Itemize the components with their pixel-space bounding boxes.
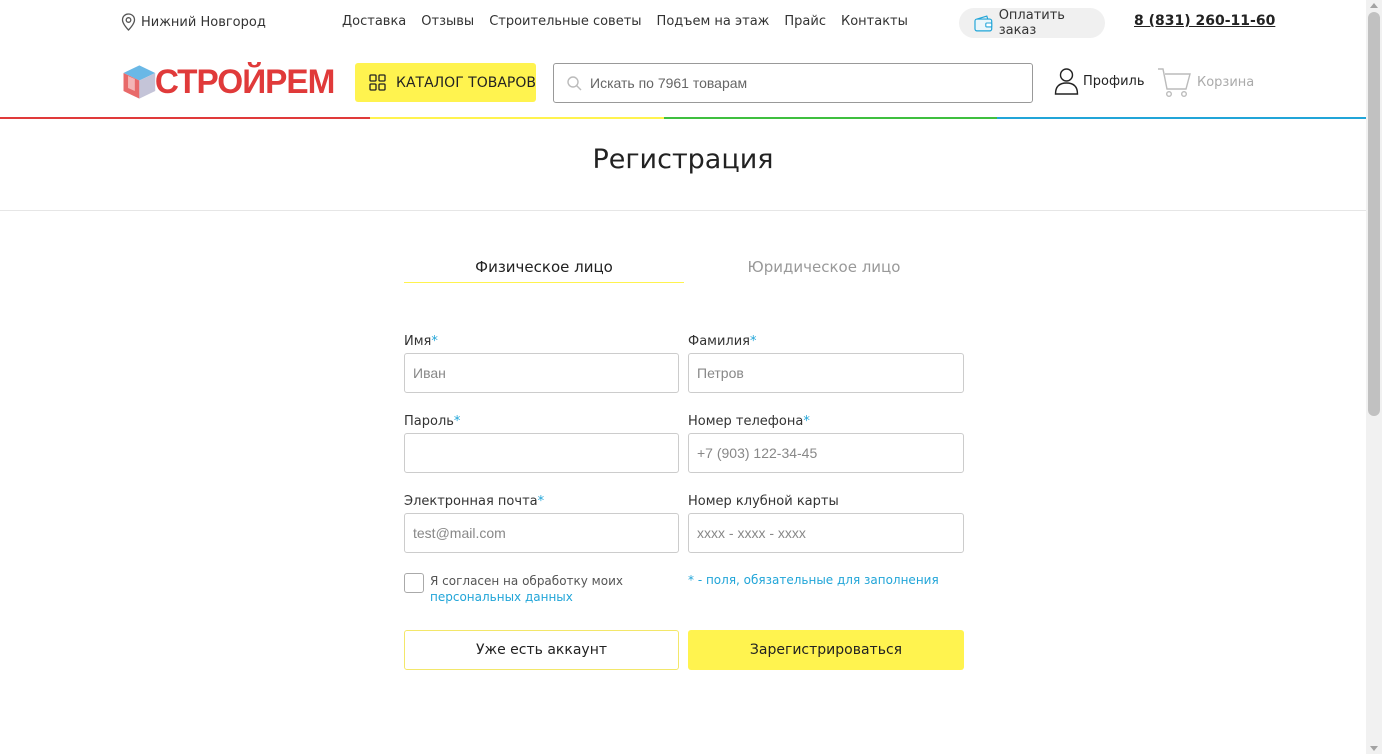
club-card-field: Номер клубной карты xyxy=(688,493,964,553)
tabs: Физическое лицо Юридическое лицо xyxy=(404,255,964,283)
search-input[interactable] xyxy=(590,75,1010,91)
scroll-down-arrow-icon[interactable] xyxy=(1370,746,1378,751)
scroll-up-arrow-icon[interactable] xyxy=(1370,3,1378,8)
already-have-account-button[interactable]: Уже есть аккаунт xyxy=(404,630,679,670)
last-name-input[interactable] xyxy=(688,353,964,393)
email-label-text: Электронная почта xyxy=(404,494,538,509)
register-button[interactable]: Зарегистрироваться xyxy=(688,630,964,670)
first-name-field: Имя* xyxy=(404,333,679,393)
top-nav: Доставка Отзывы Строительные советы Подъ… xyxy=(342,14,923,29)
first-name-label: Имя* xyxy=(404,333,679,353)
logo-text: СТРОЙРЕМ xyxy=(154,62,336,101)
password-field: Пароль* xyxy=(404,413,679,473)
page-title: Регистрация xyxy=(592,144,774,175)
catalog-button[interactable]: КАТАЛОГ ТОВАРОВ xyxy=(355,63,536,102)
location-pin-icon xyxy=(121,13,136,31)
wallet-icon xyxy=(974,14,993,31)
pay-order-button[interactable]: Оплатить заказ xyxy=(959,8,1105,38)
phone-input[interactable] xyxy=(688,433,964,473)
club-card-label: Номер клубной карты xyxy=(688,494,839,509)
nav-contacts[interactable]: Контакты xyxy=(841,14,908,29)
password-label: Пароль* xyxy=(404,413,679,433)
cart-label: Корзина xyxy=(1197,75,1255,90)
profile-label: Профиль xyxy=(1083,73,1145,89)
consent-text-wrap: Я согласен на обработку моих персональны… xyxy=(430,573,623,605)
email-input[interactable] xyxy=(404,513,679,553)
last-name-label-text: Фамилия xyxy=(688,334,750,349)
email-field: Электронная почта* xyxy=(404,493,679,553)
tab-individual[interactable]: Физическое лицо xyxy=(404,255,684,283)
required-fields-note: * - поля, обязательные для заполнения xyxy=(688,573,939,587)
password-label-text: Пароль xyxy=(404,414,454,429)
user-icon xyxy=(1054,68,1079,95)
last-name-label: Фамилия* xyxy=(688,333,964,353)
consent-checkbox[interactable] xyxy=(404,573,424,593)
search-box xyxy=(553,63,1033,103)
scroll-thumb[interactable] xyxy=(1368,12,1380,416)
consent-text: Я согласен на обработку моих xyxy=(430,574,623,588)
first-name-input[interactable] xyxy=(404,353,679,393)
nav-price[interactable]: Прайс xyxy=(784,14,826,29)
cart-icon xyxy=(1158,68,1191,98)
phone-label-text: Номер телефона xyxy=(688,414,804,429)
password-input[interactable] xyxy=(404,433,679,473)
consent-block: Я согласен на обработку моих персональны… xyxy=(404,573,679,605)
nav-delivery[interactable]: Доставка xyxy=(342,14,406,29)
nav-building-tips[interactable]: Строительные советы xyxy=(489,14,641,29)
phone-link[interactable]: 8 (831) 260-11-60 xyxy=(1134,13,1275,29)
grid-icon xyxy=(369,74,386,91)
page: Нижний Новгород Доставка Отзывы Строител… xyxy=(0,0,1366,754)
tab-legal-entity[interactable]: Юридическое лицо xyxy=(684,255,964,283)
personal-data-link[interactable]: персональных данных xyxy=(430,590,573,604)
top-bar: Нижний Новгород Доставка Отзывы Строител… xyxy=(0,0,1366,46)
header: СТРОЙРЕМ КАТАЛОГ ТОВАРОВ Профиль Корзина xyxy=(0,46,1366,119)
club-card-input[interactable] xyxy=(688,513,964,553)
required-mark: * xyxy=(537,494,545,509)
phone-label: Номер телефона* xyxy=(688,413,964,433)
first-name-label-text: Имя xyxy=(404,334,432,349)
email-label: Электронная почта* xyxy=(404,493,679,513)
profile-link[interactable]: Профиль xyxy=(1054,67,1145,95)
catalog-label: КАТАЛОГ ТОВАРОВ xyxy=(396,74,536,91)
city-selector[interactable]: Нижний Новгород xyxy=(121,13,266,31)
nav-reviews[interactable]: Отзывы xyxy=(421,14,474,29)
required-mark: * xyxy=(750,334,757,349)
last-name-field: Фамилия* xyxy=(688,333,964,393)
required-mark: * xyxy=(431,334,438,349)
cart-link[interactable]: Корзина xyxy=(1157,67,1254,98)
search-icon xyxy=(567,76,582,91)
pay-order-label: Оплатить заказ xyxy=(998,8,1065,38)
city-label: Нижний Новгород xyxy=(141,14,266,30)
required-mark: * xyxy=(803,414,810,429)
scrollbar[interactable] xyxy=(1366,0,1382,754)
nav-floor-lifting[interactable]: Подъем на этаж xyxy=(657,14,770,29)
title-section: Регистрация xyxy=(0,119,1366,211)
logo-cube-icon xyxy=(123,65,156,99)
logo[interactable]: СТРОЙРЕМ xyxy=(122,58,336,106)
phone-field: Номер телефона* xyxy=(688,413,964,473)
required-mark: * xyxy=(453,414,461,429)
